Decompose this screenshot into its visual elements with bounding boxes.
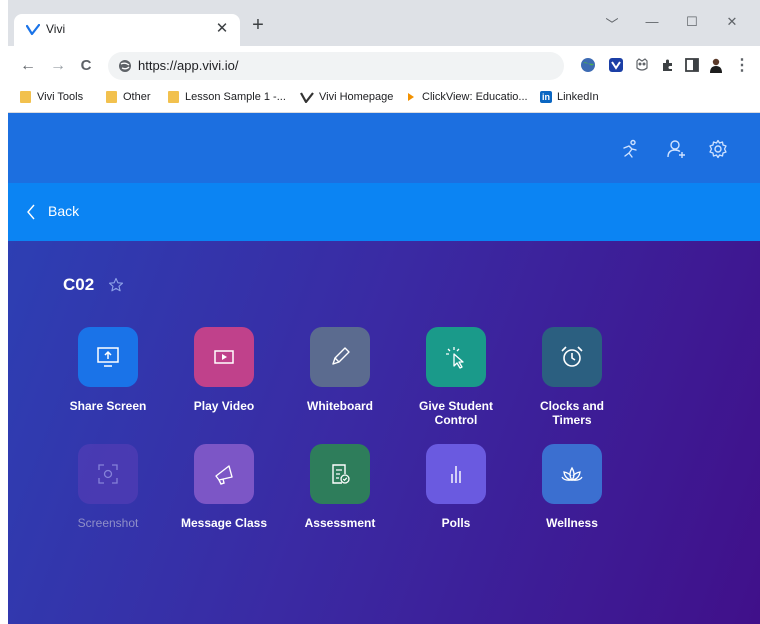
tile-label: Whiteboard [307, 399, 373, 413]
bookmark-vivi-homepage[interactable]: Vivi Homepage [300, 91, 393, 103]
tab-strip: Vivi ✕ + ﹀ — ☐ ✕ [8, 0, 760, 46]
linkedin-icon: in [540, 91, 552, 103]
play-video-button[interactable] [194, 327, 254, 387]
folder-icon [20, 91, 31, 103]
close-window-button[interactable]: ✕ [722, 14, 742, 30]
vivi-extension-icon[interactable] [608, 57, 624, 73]
tile-clocks-and-timers[interactable]: Clocks and Timers [512, 327, 632, 447]
screenshot-icon [98, 464, 118, 484]
tile-label: Message Class [180, 516, 268, 530]
assessment-button[interactable] [310, 444, 370, 504]
minimize-button[interactable]: — [642, 14, 662, 29]
vivi-logo-icon [300, 91, 314, 103]
maximize-button[interactable]: ☐ [682, 14, 702, 30]
tile-label: Give Student Control [418, 399, 493, 427]
back-link[interactable]: Back [48, 203, 79, 219]
tab-search-button[interactable]: ﹀ [602, 14, 622, 33]
clocks-and-timers-button[interactable] [542, 327, 602, 387]
tile-label: Assessment [304, 516, 376, 530]
tab-title: Vivi [46, 22, 66, 36]
bookmark-vivi-tools[interactable]: Vivi Tools [20, 91, 83, 103]
bookmark-other[interactable]: Other [106, 91, 151, 103]
vivi-logo-icon [26, 24, 40, 36]
tile-share-screen[interactable]: Share Screen [48, 327, 168, 447]
room-panel: C02 Share Screen Play Video Whiteboard G… [8, 241, 760, 624]
settings-icon[interactable] [708, 139, 728, 159]
lotus-icon [561, 466, 583, 482]
address-bar[interactable]: https://app.vivi.io/ [108, 52, 564, 80]
room-title: C02 [63, 275, 95, 294]
site-info-icon[interactable] [118, 59, 132, 73]
bookmark-lesson-sample[interactable]: Lesson Sample 1 -... [168, 91, 286, 103]
tile-label: Screenshot [77, 516, 139, 530]
url-text: https://app.vivi.io/ [138, 58, 239, 73]
favorite-star-icon[interactable] [108, 277, 124, 293]
tile-give-student-control[interactable]: Give Student Control [396, 327, 516, 447]
add-user-icon[interactable] [666, 139, 686, 159]
back-bar[interactable]: Back [8, 183, 760, 241]
bookmark-clickview[interactable]: ClickView: Educatio... [408, 91, 528, 103]
tile-screenshot: Screenshot [48, 444, 168, 564]
tile-assessment[interactable]: Assessment [280, 444, 400, 564]
wellness-button[interactable] [542, 444, 602, 504]
tile-wellness[interactable]: Wellness [512, 444, 632, 564]
browser-toolbar: ← → C https://app.vivi.io/ ⋮ [8, 46, 760, 86]
back-arrow-icon[interactable]: ← [18, 56, 38, 76]
pointer-icon [446, 347, 464, 369]
owl-extension-icon[interactable] [634, 57, 650, 73]
give-student-control-button[interactable] [426, 327, 486, 387]
app-header [8, 113, 760, 183]
chevron-left-icon [27, 204, 35, 220]
tile-label: Clocks and Timers [539, 399, 605, 427]
profile-avatar[interactable] [708, 57, 724, 73]
clickview-icon [408, 93, 414, 101]
megaphone-icon [215, 465, 233, 485]
whiteboard-button[interactable] [310, 327, 370, 387]
tile-label: Share Screen [69, 399, 147, 413]
browser-tab-vivi[interactable]: Vivi ✕ [14, 14, 240, 46]
globe-icon[interactable] [580, 57, 596, 73]
browser-window: Vivi ✕ + ﹀ — ☐ ✕ ← → C https://app.vivi.… [8, 0, 760, 624]
side-panel-icon[interactable] [684, 57, 700, 73]
bookmark-linkedin[interactable]: in LinkedIn [540, 91, 599, 103]
share-screen-button[interactable] [78, 327, 138, 387]
tile-label: Wellness [546, 516, 598, 530]
tile-message-class[interactable]: Message Class [164, 444, 284, 564]
tile-label: Play Video [193, 399, 255, 413]
pencil-icon [332, 347, 350, 365]
message-class-button[interactable] [194, 444, 254, 504]
folder-icon [168, 91, 179, 103]
alarm-clock-icon [561, 346, 583, 367]
share-screen-icon [97, 347, 119, 367]
folder-icon [106, 91, 117, 103]
tile-polls[interactable]: Polls [396, 444, 516, 564]
tile-label: Polls [441, 516, 471, 530]
puzzle-icon[interactable] [660, 57, 676, 73]
close-tab-icon[interactable]: ✕ [214, 19, 230, 37]
reload-icon[interactable]: C [76, 56, 96, 76]
menu-icon[interactable]: ⋮ [732, 56, 752, 76]
bar-chart-icon [451, 466, 461, 483]
activity-icon[interactable] [620, 139, 640, 159]
screenshot-button [78, 444, 138, 504]
tile-whiteboard[interactable]: Whiteboard [280, 327, 400, 447]
assessment-icon [332, 464, 350, 484]
polls-button[interactable] [426, 444, 486, 504]
forward-arrow-icon[interactable]: → [48, 56, 68, 76]
play-video-icon [214, 350, 234, 364]
new-tab-button[interactable]: + [248, 14, 268, 36]
tile-play-video[interactable]: Play Video [164, 327, 284, 447]
bookmarks-bar: Vivi Tools Other Lesson Sample 1 -... Vi… [8, 86, 760, 113]
